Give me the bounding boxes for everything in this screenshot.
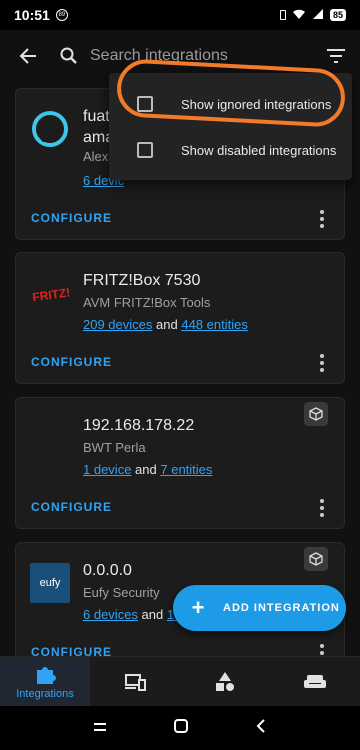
filter-icon xyxy=(327,49,345,63)
nav-integrations[interactable]: Integrations xyxy=(0,657,90,706)
eufy-logo-text: eufy xyxy=(39,577,61,589)
entities-link[interactable]: 448 entities xyxy=(181,317,248,332)
integration-card-bwt: 192.168.178.22 BWT Perla 1 device and 7 … xyxy=(15,397,345,529)
integration-card-fritzbox: FRITZ! FRITZ!Box 7530 AVM FRITZ!Box Tool… xyxy=(15,252,345,384)
card-subtitle: BWT Perla xyxy=(83,440,146,455)
chevron-left-icon xyxy=(256,718,265,733)
battery-indicator: 85 xyxy=(329,9,346,21)
status-bar: 10:51 89 85 xyxy=(0,0,360,30)
menu-item-show-disabled[interactable]: Show disabled integrations xyxy=(109,127,352,173)
wifi-icon xyxy=(292,8,306,23)
card-title: fuat xyxy=(83,108,110,125)
devices-link[interactable]: 1 device xyxy=(83,462,131,477)
nav-label: Integrations xyxy=(16,687,74,700)
alexa-icon xyxy=(30,109,70,149)
card-title: 192.168.178.22 xyxy=(83,417,195,434)
entities-link[interactable]: 7 entities xyxy=(160,462,212,477)
nav-entities[interactable] xyxy=(180,657,270,706)
card-title: 0.0.0.0 xyxy=(83,562,132,579)
menu-lines-icon xyxy=(94,723,106,731)
more-options-button[interactable] xyxy=(312,209,332,229)
back-system-button[interactable] xyxy=(256,718,266,738)
card-subtitle: Eufy Security xyxy=(83,585,160,600)
home-square-icon xyxy=(174,718,188,733)
and-text: and xyxy=(141,607,164,622)
fritz-logo: FRITZ! xyxy=(30,273,71,313)
devices-link[interactable]: 209 devices xyxy=(83,317,152,332)
vibrate-icon xyxy=(279,10,286,20)
search-icon xyxy=(56,47,82,65)
cube-icon xyxy=(304,547,328,571)
configure-button[interactable]: CONFIGURE xyxy=(31,500,112,514)
menu-item-label: Show disabled integrations xyxy=(181,142,337,158)
and-text: and xyxy=(156,317,178,332)
clock: 10:51 xyxy=(14,7,50,23)
home-button[interactable] xyxy=(174,718,188,738)
nav-areas[interactable] xyxy=(270,657,360,706)
more-options-button[interactable] xyxy=(312,498,332,518)
card-title: FRITZ!Box 7530 xyxy=(83,272,201,289)
checkbox[interactable] xyxy=(137,142,153,158)
signal-icon xyxy=(312,8,324,23)
devices-link[interactable]: 6 devices xyxy=(83,607,138,622)
cube-icon xyxy=(304,402,328,426)
shapes-icon xyxy=(216,671,234,691)
arrow-left-icon xyxy=(19,48,36,64)
add-integration-button[interactable]: + ADD INTEGRATION xyxy=(173,585,346,631)
svg-text:FRITZ!: FRITZ! xyxy=(31,285,70,304)
puzzle-icon xyxy=(37,666,56,684)
annotation-highlight-ring xyxy=(115,58,347,128)
recents-button[interactable] xyxy=(94,719,106,737)
devices-icon xyxy=(125,673,146,691)
sofa-icon xyxy=(304,674,326,688)
more-options-button[interactable] xyxy=(312,353,332,373)
configure-button[interactable]: CONFIGURE xyxy=(31,355,112,369)
eufy-logo: eufy xyxy=(30,563,70,603)
add-integration-label: ADD INTEGRATION xyxy=(223,602,340,614)
plus-icon: + xyxy=(191,595,205,620)
bottom-navigation: Integrations xyxy=(0,656,360,706)
notification-badge: 89 xyxy=(55,9,68,21)
back-button[interactable] xyxy=(0,30,56,82)
card-subtitle: AVM FRITZ!Box Tools xyxy=(83,295,211,310)
nav-devices[interactable] xyxy=(90,657,180,706)
configure-button[interactable]: CONFIGURE xyxy=(31,211,112,225)
system-navigation-bar xyxy=(0,706,360,750)
and-text: and xyxy=(135,462,157,477)
